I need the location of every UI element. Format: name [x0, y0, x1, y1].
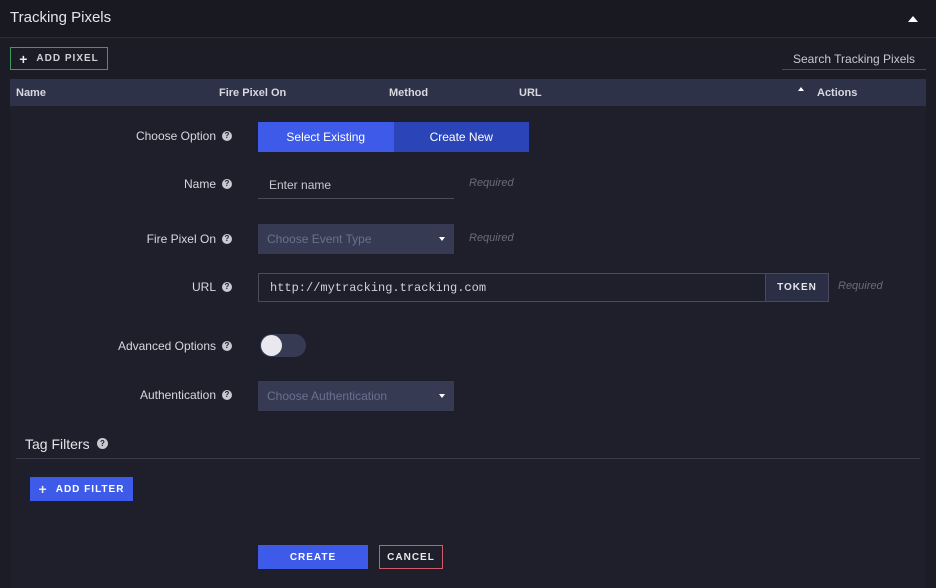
toggle-knob [261, 335, 282, 356]
page-title: Tracking Pixels [10, 9, 112, 26]
create-button[interactable]: CREATE [258, 545, 368, 569]
sort-ascending-icon[interactable] [798, 87, 804, 91]
collapse-up-icon[interactable] [908, 16, 918, 22]
column-header-fire-pixel-on[interactable]: Fire Pixel On [219, 87, 286, 99]
search-tracking-pixels-input[interactable] [782, 49, 926, 70]
caret-down-icon [439, 237, 445, 241]
url-label: URL [191, 280, 216, 294]
page-header: Tracking Pixels [0, 0, 936, 38]
authentication-placeholder: Choose Authentication [267, 389, 388, 403]
help-icon[interactable]: ? [222, 390, 232, 400]
add-pixel-button[interactable]: + ADD PIXEL [10, 47, 108, 70]
choose-option-toggle: Select Existing Create New [258, 122, 529, 152]
caret-down-icon [439, 394, 445, 398]
advanced-options-toggle[interactable] [260, 334, 306, 357]
authentication-label: Authentication [139, 388, 216, 402]
fire-pixel-on-label: Fire Pixel On [146, 232, 216, 246]
plus-icon: + [38, 481, 48, 497]
help-icon[interactable]: ? [222, 131, 232, 141]
column-header-method[interactable]: Method [389, 87, 428, 99]
create-new-option[interactable]: Create New [393, 122, 529, 152]
help-icon[interactable]: ? [222, 341, 232, 351]
name-label: Name [183, 177, 216, 191]
help-icon[interactable]: ? [222, 282, 232, 292]
column-header-actions: Actions [817, 87, 858, 99]
advanced-options-label: Advanced Options [117, 339, 216, 353]
fire-pixel-on-required-hint: Required [469, 232, 514, 244]
plus-icon: + [19, 50, 29, 67]
cancel-button[interactable]: CANCEL [379, 545, 443, 569]
column-header-url[interactable]: URL [519, 87, 542, 99]
add-pixel-label: ADD PIXEL [36, 53, 99, 64]
url-required-hint: Required [838, 280, 883, 292]
select-existing-option[interactable]: Select Existing [258, 122, 394, 152]
help-icon[interactable]: ? [97, 438, 108, 449]
help-icon[interactable]: ? [222, 234, 232, 244]
event-type-placeholder: Choose Event Type [267, 232, 372, 246]
help-icon[interactable]: ? [222, 179, 232, 189]
tag-filters-title: Tag Filters [25, 436, 90, 452]
column-header-name[interactable]: Name [16, 87, 46, 99]
url-input[interactable] [258, 273, 766, 302]
section-divider [16, 458, 920, 459]
table-header: Name Fire Pixel On Method URL Actions [10, 79, 926, 106]
choose-option-label: Choose Option [135, 129, 216, 143]
name-required-hint: Required [469, 177, 514, 189]
event-type-select[interactable]: Choose Event Type [258, 224, 454, 254]
token-button[interactable]: TOKEN [765, 273, 829, 302]
name-input[interactable] [258, 172, 454, 199]
add-filter-label: ADD FILTER [55, 483, 125, 495]
authentication-select[interactable]: Choose Authentication [258, 381, 454, 411]
add-filter-button[interactable]: + ADD FILTER [30, 477, 133, 501]
